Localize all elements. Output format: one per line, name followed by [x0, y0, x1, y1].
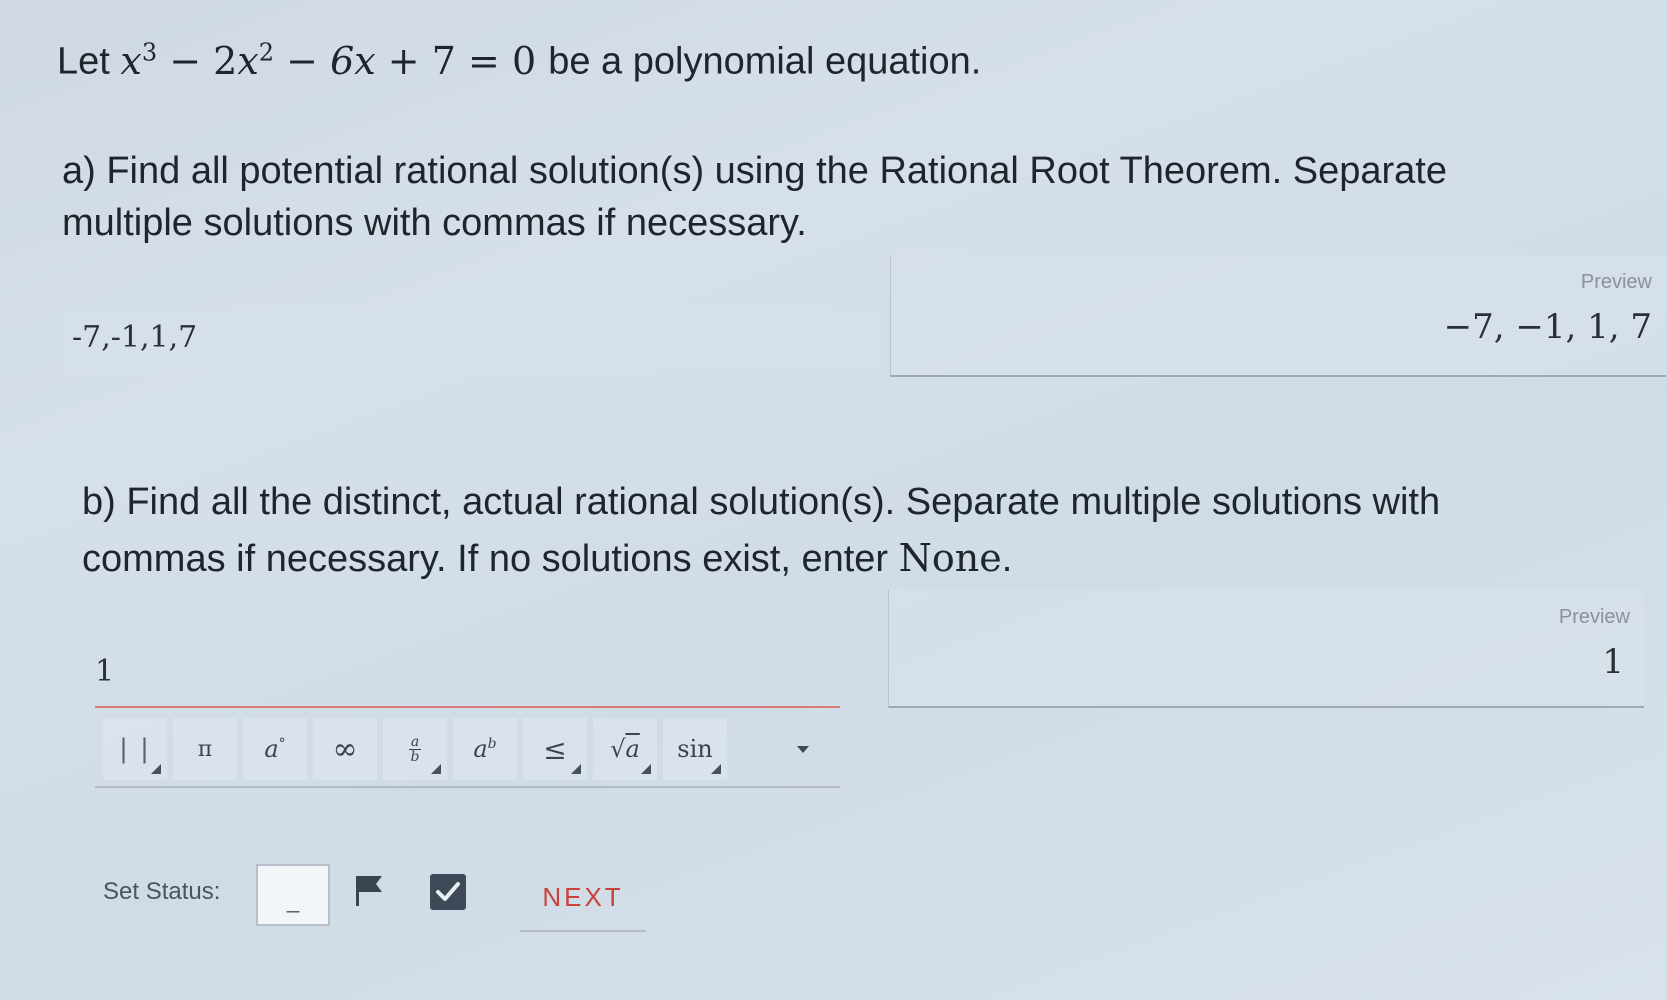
- checkbox-checked-icon: [436, 882, 460, 901]
- less-equal-button[interactable]: ≤: [523, 718, 587, 780]
- submenu-corner-icon: [431, 764, 441, 774]
- intro-suffix: be a polynomial equation.: [548, 40, 982, 83]
- part-b-prompt-line2: commas if necessary. If no solutions exi…: [82, 536, 1013, 580]
- mark-complete-button[interactable]: [430, 874, 466, 910]
- sqrt-icon: √a: [610, 735, 640, 763]
- less-equal-icon: ≤: [543, 732, 567, 766]
- degree-icon: a°: [264, 735, 286, 763]
- infinity-button[interactable]: ∞: [313, 718, 377, 780]
- equation: x3 − 2x2 − 6x + 7 = 0: [120, 38, 537, 83]
- sin-icon: sin: [677, 735, 713, 763]
- submenu-corner-icon: [571, 764, 581, 774]
- sin-button[interactable]: sin: [663, 718, 727, 780]
- submenu-corner-icon: [711, 764, 721, 774]
- submenu-corner-icon: [641, 764, 651, 774]
- next-button[interactable]: NEXT: [520, 870, 646, 932]
- caret-down-icon: [797, 745, 809, 753]
- part-a-answer-input[interactable]: -7,-1,1,7: [62, 310, 882, 370]
- part-b-preview-label: Preview: [1558, 606, 1630, 628]
- part-a-prompt-line1: a) Find all potential rational solution(…: [62, 150, 1447, 192]
- submenu-corner-icon: [151, 764, 161, 774]
- status-box-value: _: [286, 888, 300, 913]
- part-a-prompt-line2: multiple solutions with commas if necess…: [62, 202, 807, 244]
- flag-icon: [356, 876, 382, 906]
- fraction-icon: ab: [409, 733, 421, 765]
- part-b-prompt: b) Find all the distinct, actual rationa…: [82, 476, 1642, 585]
- part-a-answer-value: -7,-1,1,7: [72, 320, 198, 355]
- part-b-answer-value: 1: [95, 654, 115, 689]
- toolbar-more-dropdown[interactable]: [788, 734, 818, 764]
- part-b-preview: Preview 1: [888, 590, 1644, 708]
- next-button-label: NEXT: [542, 882, 624, 912]
- pi-icon: π: [197, 736, 213, 762]
- part-b-input-underline: [95, 706, 840, 708]
- intro-prefix: Let: [57, 40, 110, 83]
- flag-button[interactable]: [352, 870, 392, 916]
- exponent-icon: ab: [473, 735, 497, 763]
- part-a-preview: Preview −7, −1, 1, 7: [890, 255, 1666, 377]
- sqrt-button[interactable]: √a: [593, 718, 657, 780]
- part-b-preview-value: 1: [1602, 642, 1624, 682]
- part-a-preview-label: Preview: [1580, 271, 1652, 293]
- degree-button[interactable]: a°: [243, 718, 307, 780]
- math-toolbar: | | π a° ∞ ab ab ≤ √a sin: [95, 712, 840, 788]
- none-keyword: None: [898, 536, 1002, 580]
- exponent-button[interactable]: ab: [453, 718, 517, 780]
- set-status-label: Set Status:: [103, 878, 221, 905]
- question-intro: Let x3 − 2x2 − 6x + 7 = 0 be a polynomia…: [57, 26, 981, 88]
- pi-button[interactable]: π: [173, 718, 237, 780]
- abs-value-icon: | |: [119, 734, 151, 764]
- abs-value-button[interactable]: | |: [103, 718, 167, 780]
- part-b-prompt-line1: b) Find all the distinct, actual rationa…: [82, 481, 1441, 523]
- part-a-prompt: a) Find all potential rational solution(…: [62, 145, 1622, 249]
- fraction-button[interactable]: ab: [383, 718, 447, 780]
- status-input-box[interactable]: _: [256, 864, 330, 926]
- infinity-icon: ∞: [332, 731, 358, 767]
- part-b-answer-input[interactable]: 1: [95, 640, 840, 706]
- part-a-preview-value: −7, −1, 1, 7: [1443, 307, 1652, 347]
